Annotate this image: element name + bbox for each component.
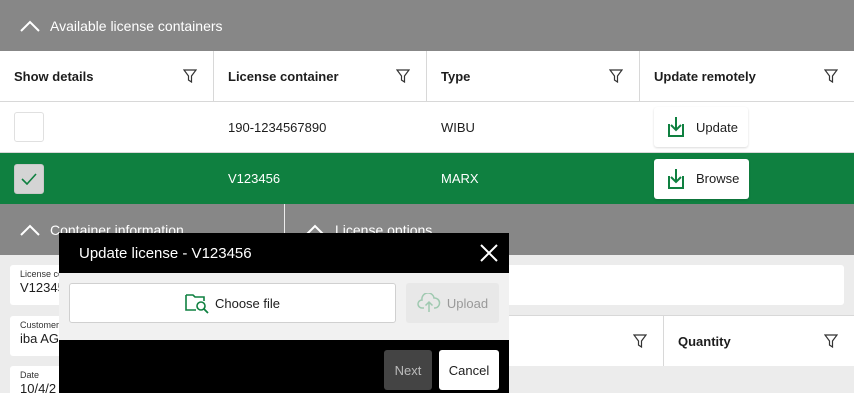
column-header-show-details[interactable]: Show details	[0, 51, 214, 101]
dialog-title: Update license - V123456	[79, 244, 252, 262]
chevron-up-icon[interactable]	[20, 20, 40, 32]
update-license-dialog: Update license - V123456 Choose file Upl…	[59, 233, 509, 393]
filter-icon[interactable]	[396, 69, 410, 83]
cloud-upload-icon	[417, 293, 441, 312]
download-icon	[668, 117, 684, 137]
table-row-selected[interactable]: V123456 MARX Browse	[0, 153, 854, 204]
close-icon[interactable]	[479, 243, 499, 263]
filter-icon[interactable]	[824, 334, 838, 348]
update-button[interactable]: Update	[654, 107, 748, 147]
container-cell: 190-1234567890	[228, 119, 327, 135]
show-details-checkbox[interactable]	[14, 112, 44, 142]
filter-icon[interactable]	[183, 69, 197, 83]
container-cell: V123456	[228, 171, 281, 186]
chevron-up-icon[interactable]	[20, 224, 40, 236]
upload-button[interactable]: Upload	[406, 283, 499, 323]
filter-icon[interactable]	[609, 69, 623, 83]
table-row[interactable]: 190-1234567890 WIBU Update	[0, 102, 854, 153]
column-header-update-remotely[interactable]: Update remotely	[640, 51, 854, 101]
license-containers-table: Show details License container Type Upda…	[0, 51, 854, 204]
choose-file-button[interactable]: Choose file	[69, 283, 396, 323]
download-icon	[668, 168, 684, 189]
section-title: Available license containers	[50, 17, 223, 34]
filter-icon[interactable]	[824, 69, 838, 83]
folder-search-icon	[185, 294, 209, 314]
available-containers-header[interactable]: Available license containers	[0, 0, 854, 51]
column-header-license-container[interactable]: License container	[214, 51, 427, 101]
table-header: Show details License container Type Upda…	[0, 51, 854, 102]
filter-icon[interactable]	[633, 334, 647, 348]
type-cell: WIBU	[441, 119, 475, 135]
next-button[interactable]: Next	[384, 350, 432, 390]
dialog-title-bar: Update license - V123456	[59, 233, 509, 273]
dialog-body: Choose file Upload	[59, 273, 509, 340]
cancel-button[interactable]: Cancel	[439, 350, 499, 390]
column-header-type[interactable]: Type	[427, 51, 640, 101]
show-details-checkbox[interactable]	[14, 163, 44, 194]
checkmark-icon	[21, 172, 37, 185]
type-cell: MARX	[441, 171, 479, 186]
column-header-quantity[interactable]: Quantity	[664, 316, 854, 366]
browse-button[interactable]: Browse	[654, 158, 750, 199]
